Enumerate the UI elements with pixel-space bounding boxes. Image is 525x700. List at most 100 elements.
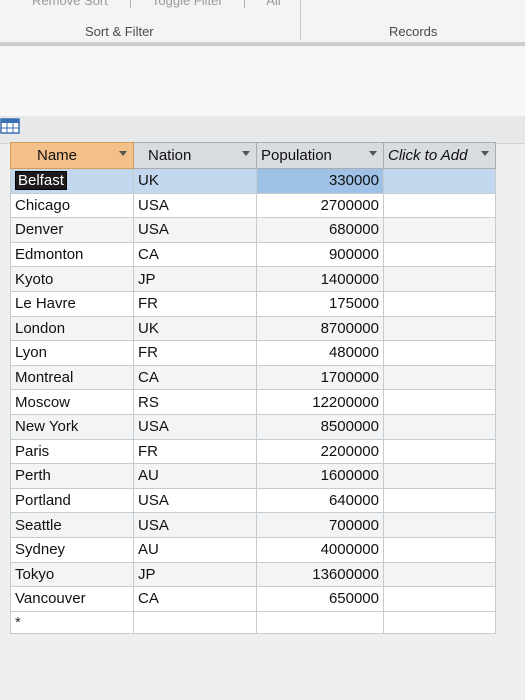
cell-population[interactable]: 680000	[256, 217, 384, 243]
cell-click-to-add[interactable]	[383, 389, 496, 415]
cell-population[interactable]: 2200000	[256, 438, 384, 465]
cell-click-to-add[interactable]	[383, 536, 496, 563]
table-row[interactable]: Seattle USA 700000	[10, 512, 496, 538]
table-row[interactable]: Paris FR 2200000	[10, 438, 496, 465]
cell-population[interactable]: 650000	[256, 586, 384, 612]
cell-click-to-add[interactable]	[383, 586, 496, 612]
cell-population[interactable]: 8700000	[256, 315, 384, 342]
cell-population[interactable]: 2700000	[256, 192, 384, 219]
cell-population[interactable]: 330000	[256, 168, 384, 194]
cell-name[interactable]: Moscow	[10, 389, 134, 415]
cell-nation[interactable]: CA	[133, 586, 257, 612]
table-row[interactable]: Le Havre FR 175000	[10, 290, 496, 317]
cell-nation[interactable]: AU	[133, 536, 257, 563]
cell-nation[interactable]: CA	[133, 364, 257, 391]
column-header-name[interactable]: Name	[10, 142, 134, 169]
table-row[interactable]: Tokyo JP 13600000	[10, 561, 496, 588]
cell-name[interactable]: Belfast	[10, 168, 134, 194]
dropdown-arrow-icon[interactable]	[481, 151, 489, 156]
cell-click-to-add[interactable]	[383, 561, 496, 588]
cell-nation[interactable]: RS	[133, 389, 257, 415]
cell-click-to-add[interactable]	[383, 217, 496, 243]
cell-click-to-add[interactable]	[383, 512, 496, 538]
new-record-row[interactable]: *	[10, 610, 496, 634]
cell-nation[interactable]: UK	[133, 168, 257, 194]
cell-nation[interactable]: UK	[133, 315, 257, 342]
dropdown-arrow-icon[interactable]	[242, 151, 250, 156]
cell-nation[interactable]: FR	[133, 340, 257, 366]
cell-name[interactable]: Kyoto	[10, 266, 134, 292]
table-row[interactable]: Belfast UK 330000	[10, 168, 496, 194]
cell-click-to-add[interactable]	[383, 241, 496, 268]
cell-click-to-add[interactable]	[383, 315, 496, 342]
cell-nation[interactable]: USA	[133, 217, 257, 243]
toggle-filter-button[interactable]: Toggle Filter	[152, 0, 223, 8]
table-icon[interactable]	[0, 118, 20, 134]
cell-nation[interactable]: USA	[133, 413, 257, 440]
table-row[interactable]: Lyon FR 480000	[10, 340, 496, 366]
column-header-population[interactable]: Population	[256, 142, 384, 169]
cell-click-to-add[interactable]	[383, 438, 496, 465]
cell-name[interactable]: Edmonton	[10, 241, 134, 268]
cell-name[interactable]: Paris	[10, 438, 134, 465]
cell-name[interactable]: Le Havre	[10, 290, 134, 317]
cell-name[interactable]: Tokyo	[10, 561, 134, 588]
cell-name[interactable]: Montreal	[10, 364, 134, 391]
cell-population[interactable]: 1400000	[256, 266, 384, 292]
cell-name[interactable]: Sydney	[10, 536, 134, 563]
cell-population[interactable]: 700000	[256, 512, 384, 538]
table-row[interactable]: London UK 8700000	[10, 315, 496, 342]
new-record-cell[interactable]	[133, 610, 257, 634]
cell-name[interactable]: London	[10, 315, 134, 342]
cell-click-to-add[interactable]	[383, 192, 496, 219]
dropdown-arrow-icon[interactable]	[119, 151, 127, 156]
cell-name[interactable]: Chicago	[10, 192, 134, 219]
cell-nation[interactable]: CA	[133, 241, 257, 268]
table-row[interactable]: New York USA 8500000	[10, 413, 496, 440]
remove-sort-button[interactable]: Remove Sort	[32, 0, 108, 8]
cell-name[interactable]: Vancouver	[10, 586, 134, 612]
cell-click-to-add[interactable]	[383, 364, 496, 391]
cell-click-to-add[interactable]	[383, 290, 496, 317]
cell-click-to-add[interactable]	[383, 463, 496, 489]
cell-population[interactable]: 640000	[256, 487, 384, 514]
table-row[interactable]: Perth AU 1600000	[10, 463, 496, 489]
cell-population[interactable]: 4000000	[256, 536, 384, 563]
cell-click-to-add[interactable]	[383, 413, 496, 440]
cell-population[interactable]: 480000	[256, 340, 384, 366]
cell-name[interactable]: Lyon	[10, 340, 134, 366]
cell-click-to-add[interactable]	[383, 168, 496, 194]
cell-nation[interactable]: USA	[133, 487, 257, 514]
table-row[interactable]: Portland USA 640000	[10, 487, 496, 514]
cell-nation[interactable]: USA	[133, 192, 257, 219]
cell-click-to-add[interactable]	[383, 266, 496, 292]
table-row[interactable]: Sydney AU 4000000	[10, 536, 496, 563]
new-record-cell[interactable]: *	[10, 610, 134, 634]
new-record-cell[interactable]	[383, 610, 496, 634]
cell-population[interactable]: 8500000	[256, 413, 384, 440]
cell-name[interactable]: Denver	[10, 217, 134, 243]
cell-population[interactable]: 12200000	[256, 389, 384, 415]
cell-population[interactable]: 900000	[256, 241, 384, 268]
cell-population[interactable]: 13600000	[256, 561, 384, 588]
table-row[interactable]: Vancouver CA 650000	[10, 586, 496, 612]
column-header-click-to-add[interactable]: Click to Add	[383, 142, 496, 169]
cell-name[interactable]: Perth	[10, 463, 134, 489]
new-record-cell[interactable]	[256, 610, 384, 634]
cell-name[interactable]: Seattle	[10, 512, 134, 538]
cell-nation[interactable]: USA	[133, 512, 257, 538]
cell-click-to-add[interactable]	[383, 487, 496, 514]
table-row[interactable]: Moscow RS 12200000	[10, 389, 496, 415]
dropdown-arrow-icon[interactable]	[369, 151, 377, 156]
cell-name[interactable]: New York	[10, 413, 134, 440]
refresh-all-button[interactable]: All	[266, 0, 280, 8]
cell-click-to-add[interactable]	[383, 340, 496, 366]
table-row[interactable]: Chicago USA 2700000	[10, 192, 496, 219]
column-header-nation[interactable]: Nation	[133, 142, 257, 169]
cell-nation[interactable]: JP	[133, 561, 257, 588]
cell-population[interactable]: 175000	[256, 290, 384, 317]
cell-nation[interactable]: FR	[133, 438, 257, 465]
table-row[interactable]: Denver USA 680000	[10, 217, 496, 243]
table-row[interactable]: Edmonton CA 900000	[10, 241, 496, 268]
cell-nation[interactable]: JP	[133, 266, 257, 292]
